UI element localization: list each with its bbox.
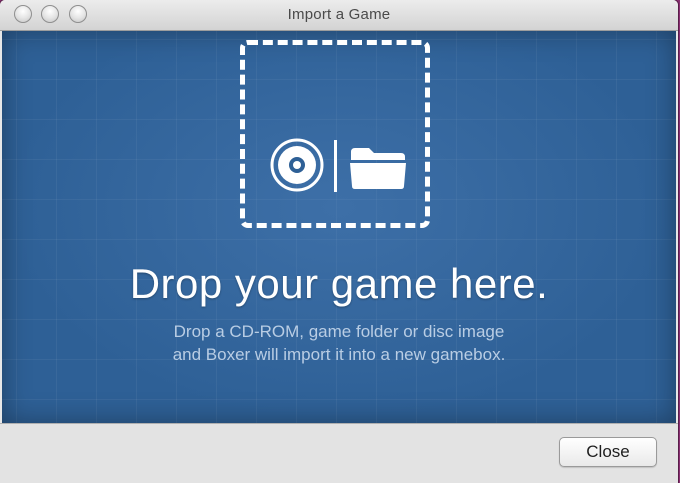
- drop-instructions-line-1: Drop a CD-ROM, game folder or disc image: [173, 322, 505, 341]
- icon-separator: [334, 140, 337, 192]
- window-title: Import a Game: [287, 6, 391, 23]
- drop-instructions: Drop a CD-ROM, game folder or disc image…: [0, 320, 678, 366]
- drop-target-outline[interactable]: [240, 40, 430, 228]
- close-button[interactable]: Close: [559, 437, 657, 467]
- folder-icon: [350, 148, 406, 189]
- title-bar[interactable]: Import a Game: [0, 0, 678, 31]
- drop-instructions-line-2: and Boxer will import it into a new game…: [172, 345, 506, 364]
- cd-disc-icon: [270, 138, 324, 192]
- drop-headline: Drop your game here.: [129, 260, 549, 307]
- import-window: Import a Game Drop your game here. Drop …: [0, 0, 678, 483]
